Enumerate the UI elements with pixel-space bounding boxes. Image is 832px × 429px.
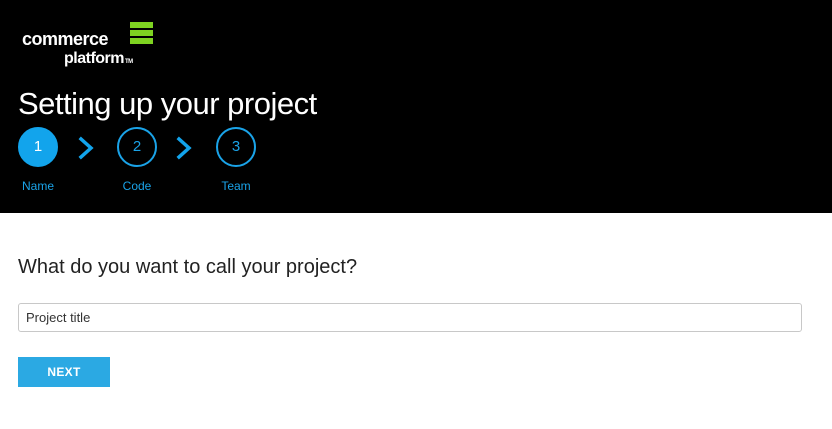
step-1-circle[interactable]: 1	[18, 127, 58, 167]
step-2-circle[interactable]: 2	[117, 127, 157, 167]
page-title: Setting up your project	[18, 86, 317, 121]
chevron-right-icon	[78, 136, 94, 160]
logo-wordmark-line1: commerce	[22, 29, 109, 49]
logo-wordmark-line2: platformTM	[64, 50, 133, 68]
trademark-mark: TM	[125, 59, 133, 65]
next-button[interactable]: NEXT	[18, 357, 110, 387]
step-1-label[interactable]: Name	[8, 179, 68, 193]
project-title-input[interactable]	[18, 303, 802, 332]
step-2-label[interactable]: Code	[107, 179, 167, 193]
project-name-question: What do you want to call your project?	[18, 256, 358, 278]
chevron-right-icon	[176, 136, 192, 160]
logo-bars-icon	[130, 22, 153, 48]
logo-wordmark-line2-text: platform	[64, 50, 125, 67]
page-header: commerce platformTM Setting up your proj…	[0, 0, 832, 213]
commerce-platform-logo[interactable]: commerce platformTM	[22, 22, 162, 70]
step-3-label[interactable]: Team	[206, 179, 266, 193]
step-3-circle[interactable]: 3	[216, 127, 256, 167]
